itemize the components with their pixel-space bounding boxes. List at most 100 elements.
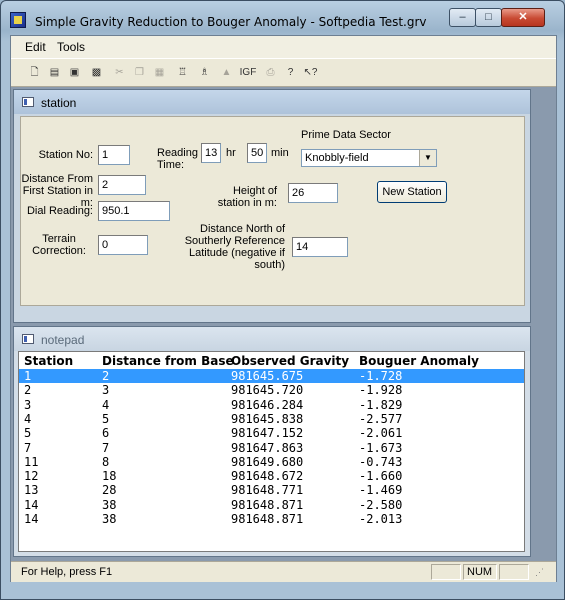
table-row[interactable]: 4 5 981645.838 -2.577 bbox=[19, 412, 524, 426]
table-row[interactable]: 7 7 981647.863 -1.673 bbox=[19, 441, 524, 455]
prime-data-sector-select[interactable]: Knobbly-field ▼ bbox=[301, 149, 437, 167]
minimize-button[interactable]: ‒ bbox=[449, 8, 476, 27]
save-all-icon: ▩ bbox=[91, 67, 102, 78]
cell-bouguer-anomaly: -1.728 bbox=[359, 369, 403, 383]
station-window-title-bar[interactable]: station bbox=[14, 90, 530, 114]
resize-grip-icon[interactable]: ⋰ bbox=[535, 567, 544, 578]
reading-hours-field[interactable]: 13 bbox=[201, 143, 221, 163]
cell-station: 3 bbox=[24, 397, 32, 412]
distance-field[interactable]: 2 bbox=[98, 175, 146, 195]
app-window: Simple Gravity Reduction to Bouger Anoma… bbox=[0, 0, 565, 600]
new-file-button[interactable]: 🗋 bbox=[25, 63, 44, 82]
table-row[interactable]: 13 28 981648.771 -1.469 bbox=[19, 483, 524, 497]
maximize-icon: □ bbox=[485, 11, 492, 23]
paste-icon: ▦ bbox=[154, 67, 165, 78]
distance-label-1: Distance From bbox=[21, 173, 93, 185]
cell-observed-gravity: 981645.720 bbox=[231, 383, 304, 398]
column-header-distance: Distance from Base bbox=[102, 354, 234, 368]
context-help-button[interactable]: ↖? bbox=[301, 63, 320, 82]
gravimeter-button[interactable]: ♖ bbox=[173, 63, 192, 82]
cell-bouguer-anomaly: -2.580 bbox=[359, 497, 403, 512]
table-row[interactable]: 11 8 981649.680 -0.743 bbox=[19, 455, 524, 469]
table-row[interactable]: 12 18 981648.672 -1.660 bbox=[19, 469, 524, 483]
cut-button[interactable]: ✂ bbox=[110, 63, 129, 82]
column-header-station: Station bbox=[24, 354, 74, 368]
table-row[interactable]: 2 3 981645.720 -1.928 bbox=[19, 383, 524, 397]
height-label-2: station in m: bbox=[217, 197, 277, 209]
print-icon: ⎙ bbox=[266, 67, 275, 78]
save-icon: ▣ bbox=[69, 67, 80, 78]
mdi-area: station Station No: 1 Distance From Firs… bbox=[11, 87, 556, 561]
cell-distance: 5 bbox=[102, 411, 110, 426]
notepad-window: notepad Station Distance from Base Obser… bbox=[13, 326, 531, 557]
cell-distance: 28 bbox=[102, 483, 117, 498]
column-header-observed-gravity: Observed Gravity bbox=[231, 354, 350, 368]
north-distance-field[interactable]: 14 bbox=[292, 237, 348, 257]
status-panel-caps bbox=[431, 564, 461, 580]
toolbar: 🗋 ▤ ▣ ▩ ✂ ❐ ▦ ♖ ♗ ▲ IGF ⎙ ? ↖? bbox=[11, 58, 556, 87]
cell-station: 1 bbox=[24, 369, 32, 383]
paste-button[interactable]: ▦ bbox=[150, 63, 169, 82]
close-button[interactable]: ✕ bbox=[501, 8, 545, 27]
cell-observed-gravity: 981648.672 bbox=[231, 469, 304, 484]
cell-station: 5 bbox=[24, 426, 32, 441]
minutes-label: min bbox=[271, 147, 289, 159]
save-button[interactable]: ▣ bbox=[65, 63, 84, 82]
terrain-button[interactable]: ▲ bbox=[217, 63, 236, 82]
cell-distance: 3 bbox=[102, 383, 110, 398]
notepad-text-area[interactable]: Station Distance from Base Observed Grav… bbox=[18, 351, 525, 552]
cell-observed-gravity: 981645.675 bbox=[231, 369, 304, 383]
cell-observed-gravity: 981646.284 bbox=[231, 397, 304, 412]
igf-label: IGF bbox=[239, 67, 257, 78]
height-field[interactable]: 26 bbox=[288, 183, 338, 203]
cell-observed-gravity: 981649.680 bbox=[231, 454, 304, 469]
north-distance-label-3: Latitude (negative if bbox=[188, 247, 285, 259]
cell-bouguer-anomaly: -2.013 bbox=[359, 512, 403, 526]
copy-button[interactable]: ❐ bbox=[130, 63, 149, 82]
dropdown-arrow-icon[interactable]: ▼ bbox=[419, 150, 436, 166]
reading-minutes-field[interactable]: 50 bbox=[247, 143, 267, 163]
menu-edit[interactable]: Edit bbox=[25, 40, 46, 54]
menu-tools[interactable]: Tools bbox=[57, 40, 85, 54]
table-row[interactable]: 5 6 981647.152 -2.061 bbox=[19, 426, 524, 440]
cell-distance: 18 bbox=[102, 469, 117, 484]
selected-table-row[interactable]: 1 2 981645.675 -1.728 bbox=[19, 369, 524, 383]
app-icon[interactable] bbox=[10, 12, 26, 28]
copy-icon: ❐ bbox=[135, 67, 144, 78]
station-button[interactable]: ♗ bbox=[195, 63, 214, 82]
save-all-button[interactable]: ▩ bbox=[87, 63, 106, 82]
status-help-text: For Help, press F1 bbox=[21, 566, 113, 578]
print-button[interactable]: ⎙ bbox=[261, 63, 280, 82]
cell-distance: 8 bbox=[102, 454, 110, 469]
notepad-window-title-bar[interactable]: notepad bbox=[14, 327, 530, 351]
prime-data-sector-label: Prime Data Sector bbox=[301, 129, 391, 141]
status-panel-scrl bbox=[499, 564, 529, 580]
column-header-bouguer-anomaly: Bouguer Anomaly bbox=[359, 354, 479, 368]
open-button[interactable]: ▤ bbox=[45, 63, 64, 82]
terrain-icon: ▲ bbox=[221, 67, 232, 78]
cell-distance: 4 bbox=[102, 397, 110, 412]
cell-observed-gravity: 981648.871 bbox=[231, 497, 304, 512]
station-no-label: Station No: bbox=[38, 149, 93, 161]
igf-button[interactable]: IGF bbox=[237, 63, 259, 82]
table-row[interactable]: 3 4 981646.284 -1.829 bbox=[19, 398, 524, 412]
cell-distance: 7 bbox=[102, 440, 110, 455]
terrain-correction-field[interactable]: 0 bbox=[98, 235, 148, 255]
reading-time-label-2: Time: bbox=[157, 159, 185, 171]
maximize-button[interactable]: □ bbox=[475, 8, 502, 27]
reading-time-label-1: Reading bbox=[157, 147, 198, 159]
about-button[interactable]: ? bbox=[281, 63, 300, 82]
table-row[interactable]: 14 38 981648.871 -2.013 bbox=[19, 512, 524, 526]
dial-reading-field[interactable]: 950.1 bbox=[98, 201, 170, 221]
cell-station: 4 bbox=[24, 411, 32, 426]
title-bar[interactable]: Simple Gravity Reduction to Bouger Anoma… bbox=[1, 1, 564, 35]
new-station-button[interactable]: New Station bbox=[377, 181, 447, 203]
north-distance-label-1: Distance North of bbox=[200, 223, 285, 235]
cell-distance: 38 bbox=[102, 497, 117, 512]
table-row[interactable]: 14 38 981648.871 -2.580 bbox=[19, 498, 524, 512]
station-icon: ♗ bbox=[200, 67, 209, 78]
new-file-icon: 🗋 bbox=[30, 67, 39, 78]
station-no-field[interactable]: 1 bbox=[98, 145, 130, 165]
cell-distance: 6 bbox=[102, 426, 110, 441]
minimize-icon: ‒ bbox=[459, 11, 466, 23]
